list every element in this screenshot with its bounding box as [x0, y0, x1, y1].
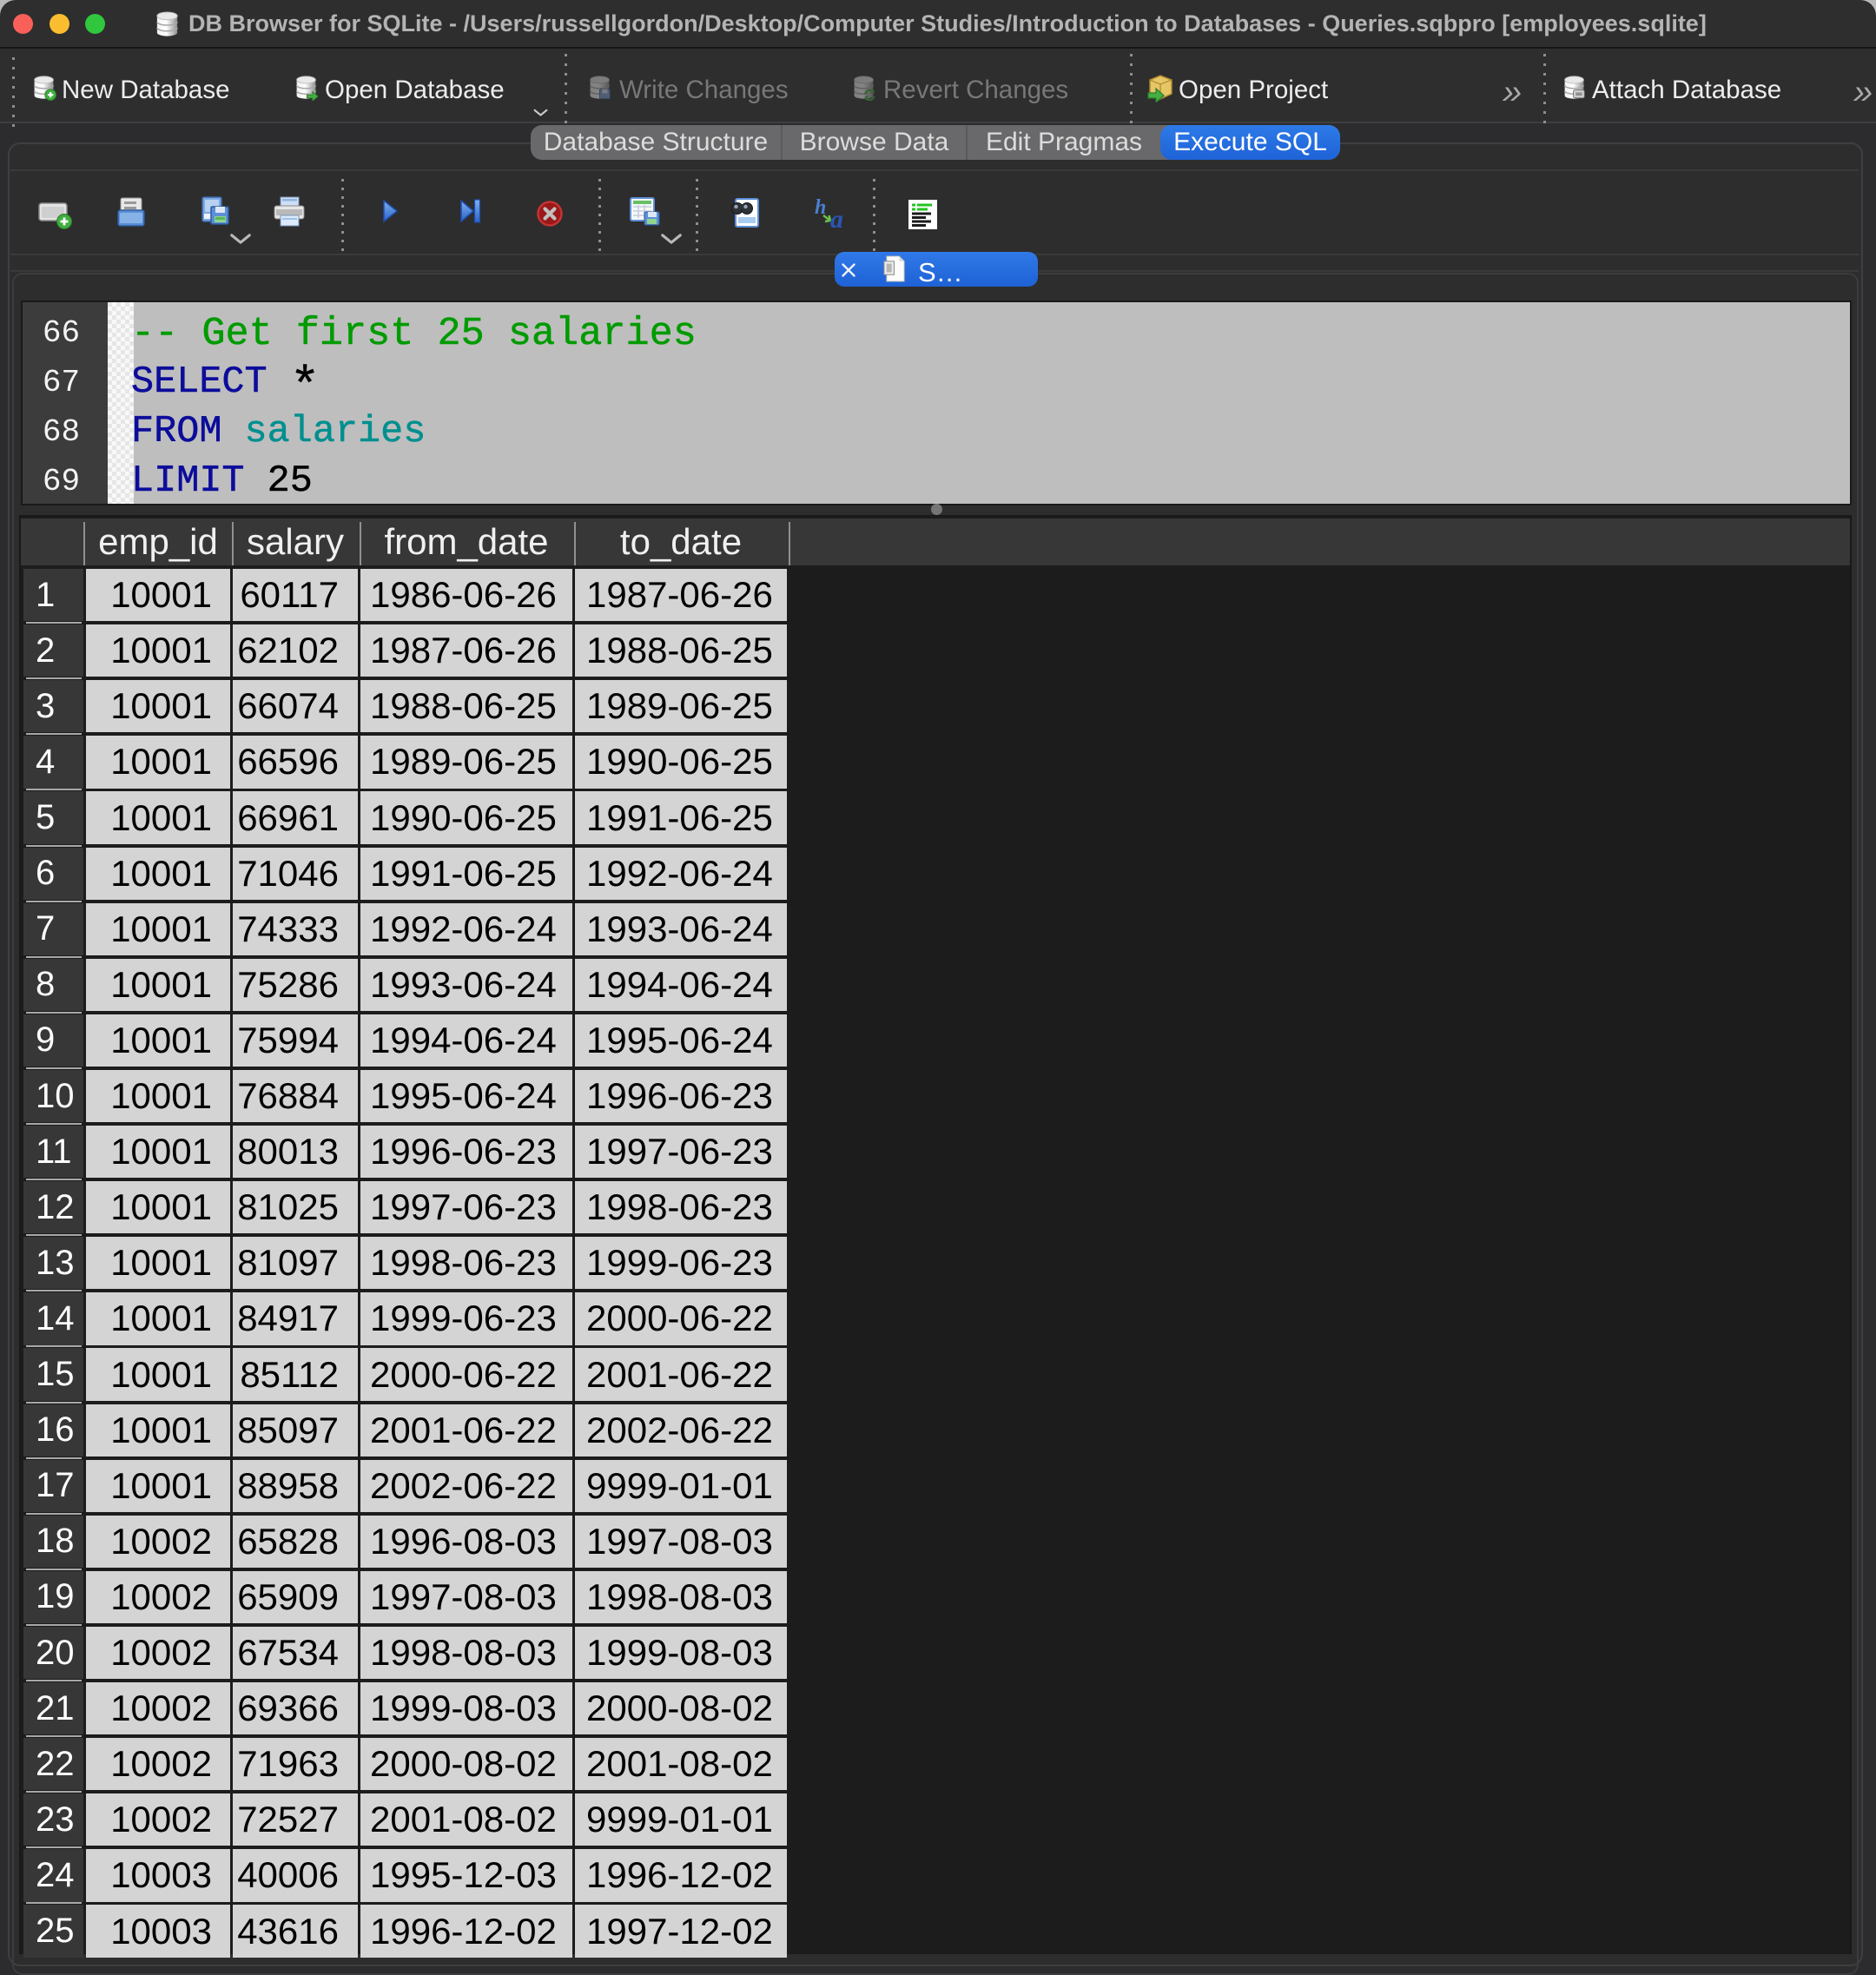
svg-text:a: a	[830, 205, 843, 233]
